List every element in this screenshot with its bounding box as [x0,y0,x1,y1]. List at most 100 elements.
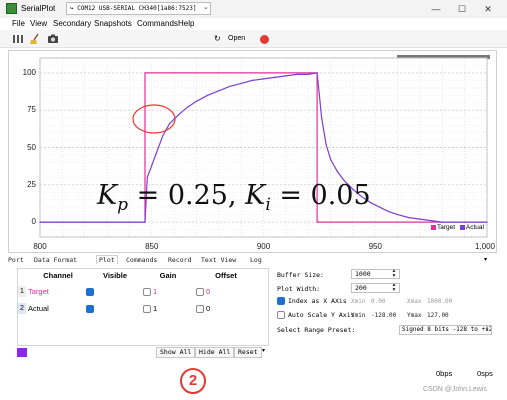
plot-legend: Target Actual [431,224,484,231]
tab-text-view[interactable]: Text View [201,256,236,264]
auto-scale-checkbox[interactable] [277,311,285,319]
y-tick-label: 75 [27,105,36,115]
data-point-actual [195,100,198,102]
ymin-label: Ymin [351,312,366,319]
data-point-actual [177,114,180,116]
range-preset-select[interactable]: Signed 8 bits -128 to +127 [399,325,492,335]
offset-checkbox-actual[interactable] [196,305,204,313]
gain-checkbox-actual[interactable] [143,305,151,313]
data-point-actual [397,214,399,216]
status-bps: 0bps [436,369,453,378]
legend-swatch-actual [459,224,465,230]
data-point-actual [151,164,153,166]
offset-value-target[interactable]: 0 [206,287,210,296]
tab-log[interactable]: Log [250,256,262,264]
data-point-actual [336,170,338,172]
y-tick-label: 50 [27,142,36,152]
data-point-actual [146,176,148,178]
tab-data-format[interactable]: Data Format [34,256,77,264]
xmin-label: Xmin [351,298,366,305]
data-point-actual [218,90,220,92]
y-tick-label: 0 [31,217,36,227]
show-all-button[interactable]: Show All [156,347,196,358]
xmin-input[interactable]: 0.00 [371,298,385,305]
data-point-actual [207,94,209,96]
gain-value-actual[interactable]: 1 [153,304,157,313]
data-point-actual [419,218,421,220]
data-point-actual [39,221,41,223]
data-point-actual [162,134,164,137]
data-point-actual [388,211,390,213]
tab-port[interactable]: Port [8,256,24,264]
ymax-input[interactable]: 127.00 [427,312,449,319]
data-point-actual [321,117,323,119]
data-point-actual [452,221,455,223]
data-point-actual [251,79,253,81]
gain-value-target[interactable]: 1 [153,287,157,296]
plot-width-label: Plot Width: [277,285,321,293]
data-point-target [316,221,318,223]
offset-value-actual[interactable]: 0 [206,304,210,313]
visible-checkbox-actual[interactable] [86,305,94,313]
channel-color-swatch[interactable] [17,348,27,357]
ymin-input[interactable]: -128.00 [371,312,396,319]
gain-checkbox-target[interactable] [143,288,151,296]
legend-swatch-target [431,224,436,230]
watermark: CSDN @John.Lewis [423,386,487,393]
x-tick-label: 900 [256,242,271,251]
data-point-actual [169,123,171,125]
xmax-input[interactable]: 1000.00 [427,298,452,305]
auto-scale-label: Auto Scale Y Axis [288,311,355,319]
y-tick-label: 25 [27,179,36,189]
gain-annotation: Kp = 0.25, Ki = 0.05 [97,180,371,215]
data-point-actual [408,217,410,219]
col-header-visible: Visible [102,271,128,280]
range-preset-arrow[interactable]: ⌄ [484,324,490,332]
data-point-actual [464,221,466,223]
data-point-actual [316,72,318,74]
data-point-actual [430,219,432,222]
reset-dropdown-arrow[interactable]: ▾ [262,347,265,354]
channel-name-target[interactable]: Target [28,287,49,296]
kp-symbol: K [97,180,118,211]
data-point-actual [379,206,381,208]
data-point-actual [329,158,332,161]
plot-width-spinner[interactable]: ▲ ▼ [391,283,397,293]
data-point-actual [229,85,231,87]
tab-plot[interactable]: Plot [96,255,118,264]
legend-label-target: Target [437,224,456,231]
x-tick-label: 850 [145,242,159,251]
row-number: 2 [18,303,26,314]
ki-symbol: K [245,180,266,211]
status-sps: 0sps [477,369,493,378]
data-point-actual [186,106,189,108]
xmax-label: Xmax [407,298,422,305]
ki-value: = 0.05 [270,180,371,211]
x-tick-label: 950 [368,242,382,251]
data-point-actual [325,143,327,146]
data-point-actual [307,73,309,76]
row-number: 1 [18,286,26,297]
hide-all-button[interactable]: Hide All [195,347,235,358]
ymax-label: Ymax [407,312,422,319]
x-tick-label: 800 [33,242,47,251]
kp-value: = 0.25, [128,180,246,211]
reset-button[interactable]: Reset [234,347,262,358]
visible-checkbox-target[interactable] [86,288,94,296]
y-tick-label: 100 [22,67,36,77]
index-as-x-checkbox[interactable] [277,297,285,305]
buffer-size-spinner[interactable]: ▲ ▼ [391,269,397,279]
data-point-target [144,72,146,74]
offset-checkbox-target[interactable] [196,288,204,296]
col-header-channel: Channel [43,271,73,280]
data-point-actual [285,75,287,77]
tab-record[interactable]: Record [168,256,191,264]
tab-commands[interactable]: Commands [126,256,157,264]
data-point-actual [240,82,242,84]
callout-number-badge: 2 [180,368,206,394]
tab-scroll-chevron[interactable]: ▾ [484,256,487,263]
data-point-actual [318,94,320,96]
index-as-x-label: Index as X AXis [288,297,347,305]
channel-name-actual[interactable]: Actual [28,304,49,313]
legend-label-actual: Actual [465,224,484,231]
